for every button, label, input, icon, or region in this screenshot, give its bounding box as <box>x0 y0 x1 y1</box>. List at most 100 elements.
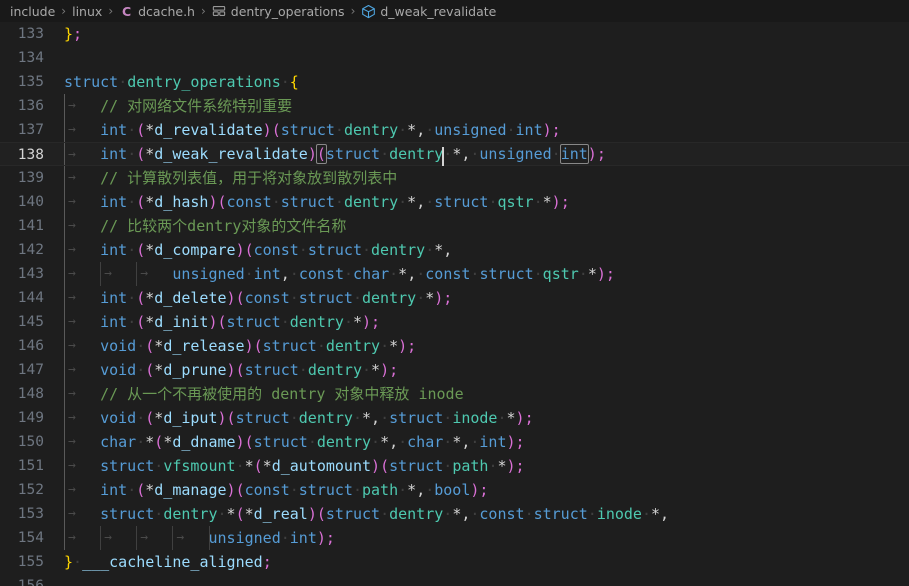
code-token: dentry <box>343 121 399 139</box>
line-number: 138 <box>17 147 44 163</box>
code-token: dentry <box>389 505 444 523</box>
code-token: struct <box>280 121 335 139</box>
code-token: ( <box>154 433 164 451</box>
line-number: 146 <box>17 338 44 354</box>
code-token: ( <box>145 409 155 427</box>
code-line[interactable]: 151 → struct·vfsmount·*(*d_automount)(stru… <box>0 454 909 478</box>
code-line[interactable]: 136 → // 对网络文件系统特别重要 <box>0 94 909 118</box>
code-token: * <box>145 433 155 451</box>
breadcrumb-item-d-weak-revalidate[interactable]: d_weak_revalidate <box>359 4 498 19</box>
breadcrumb-item-label: dcache.h <box>138 3 195 19</box>
code-token: struct <box>100 505 155 523</box>
code-token: qstr <box>542 265 579 283</box>
code-token: char <box>100 433 137 451</box>
chevron-right-icon: › <box>108 4 114 18</box>
code-token: · <box>298 361 308 379</box>
tab-arrow-icon: → <box>68 482 76 497</box>
tab-arrow-icon: → <box>68 218 76 233</box>
code-token: int <box>515 121 543 139</box>
code-line[interactable]: 137 → int·(*d_revalidate)(struct·dentry·*,… <box>0 118 909 142</box>
code-token: ) <box>235 241 245 259</box>
code-line[interactable]: 138 → int·(*d_weak_revalidate)(struct·dent… <box>0 142 909 166</box>
code-token: * <box>145 313 155 331</box>
code-token: } <box>64 25 74 43</box>
code-token: inode <box>596 505 642 523</box>
line-number: 150 <box>17 434 44 450</box>
code-line[interactable]: 155}·___cacheline_aligned; <box>0 550 909 574</box>
code-token: · <box>443 505 453 523</box>
code-token: · <box>533 193 543 211</box>
code-token: dentry <box>316 433 372 451</box>
code-token: dentry <box>307 361 362 379</box>
code-token: struct <box>389 409 444 427</box>
code-line[interactable]: 140 → int·(*d_hash)(const·struct·dentry·*,… <box>0 190 909 214</box>
code-token: struct <box>533 505 588 523</box>
code-line[interactable]: 147 → void·(*d_prune)(struct·dentry·*); <box>0 358 909 382</box>
code-token: · <box>343 265 354 283</box>
code-token: · <box>127 481 137 499</box>
breadcrumb-item-dcache-h[interactable]: C dcache.h <box>117 4 197 19</box>
code-token: ) <box>398 337 408 355</box>
indent-guide <box>172 526 174 550</box>
line-number: 151 <box>17 458 44 474</box>
code-token: · <box>380 337 390 355</box>
code-token: · <box>398 481 408 499</box>
indent-guide <box>136 526 138 550</box>
breadcrumb-item-include[interactable]: include <box>8 4 57 19</box>
code-editor[interactable]: 133}; 134 135 struct·dentry_operations·{136… <box>0 22 909 586</box>
code-token: * <box>262 457 272 475</box>
code-line[interactable]: 150 → char·*(*d_dname)(struct·dentry·*,·ch… <box>0 430 909 454</box>
code-line[interactable]: 144 → int·(*d_delete)(const·struct·dentry·… <box>0 286 909 310</box>
code-token: void <box>100 409 137 427</box>
code-token: * <box>371 361 381 379</box>
code-line[interactable]: 139 → // 计算散列表值，用于将对象放到散列表中 <box>0 166 909 190</box>
code-token: · <box>416 289 426 307</box>
code-token: void <box>100 361 137 379</box>
indent-guide <box>64 478 65 502</box>
code-token: ; <box>605 265 615 283</box>
code-line[interactable]: 141 → // 比较两个dentry对象的文件名称 <box>0 214 909 238</box>
code-line[interactable]: 148 → // 从一个不再被使用的 dentry 对象中释放 inode <box>0 382 909 406</box>
code-token: , <box>371 409 381 427</box>
code-token: · <box>352 409 362 427</box>
code-token: · <box>362 241 372 259</box>
code-line[interactable]: 146 → void·(*d_release)(struct·dentry·*); <box>0 334 909 358</box>
code-token: ( <box>244 433 254 451</box>
code-token: ( <box>136 145 146 163</box>
code-token: ( <box>271 121 281 139</box>
code-token: * <box>145 121 155 139</box>
code-token: · <box>289 409 299 427</box>
code-line[interactable]: 149 → void·(*d_iput)(struct·dentry·*,·stru… <box>0 406 909 430</box>
code-line[interactable]: 135 struct·dentry_operations·{ <box>0 70 909 94</box>
code-line[interactable]: 153 → struct·dentry·*(*d_real)(struct·dent… <box>0 502 909 526</box>
code-text: → int·(*d_revalidate)(struct·dentry·*,·un… <box>58 118 909 142</box>
breadcrumb-item-label: include <box>10 3 56 19</box>
code-line[interactable]: 152 → int·(*d_manage)(const·struct·path·*,… <box>0 478 909 502</box>
code-token: * <box>226 505 236 523</box>
chevron-right-icon: › <box>350 4 356 18</box>
code-token: · <box>298 241 308 259</box>
code-line[interactable]: 154 → → → → unsigned·int); <box>0 526 909 550</box>
line-number: 152 <box>17 482 44 498</box>
code-line[interactable]: 145 → int·(*d_init)(struct·dentry·*); <box>0 310 909 334</box>
breadcrumb-item-linux[interactable]: linux <box>70 4 104 19</box>
code-line[interactable]: 134 <box>0 46 909 70</box>
code-token: · <box>371 433 381 451</box>
code-token: dentry <box>371 241 426 259</box>
line-number: 155 <box>17 554 44 570</box>
code-text: → int·(*d_compare)(const·struct·dentry·*, <box>58 238 909 262</box>
code-token: · <box>127 121 137 139</box>
line-number: 137 <box>17 122 44 138</box>
code-token: · <box>398 193 408 211</box>
code-token: * <box>389 337 399 355</box>
breadcrumb-item-dentry-operations[interactable]: dentry_operations <box>210 4 347 19</box>
code-token: dentry <box>343 193 399 211</box>
code-token: * <box>542 193 552 211</box>
code-line[interactable]: 156 <box>0 574 909 586</box>
code-line[interactable]: 143 → → → unsigned·int,·const·char·*,·const·… <box>0 262 909 286</box>
code-line[interactable]: 133}; <box>0 22 909 46</box>
code-line[interactable]: 142 → int·(*d_compare)(const·struct·dentry… <box>0 238 909 262</box>
tab-arrow-icon: → <box>68 194 76 209</box>
tab-arrow-icon: → <box>68 170 76 185</box>
